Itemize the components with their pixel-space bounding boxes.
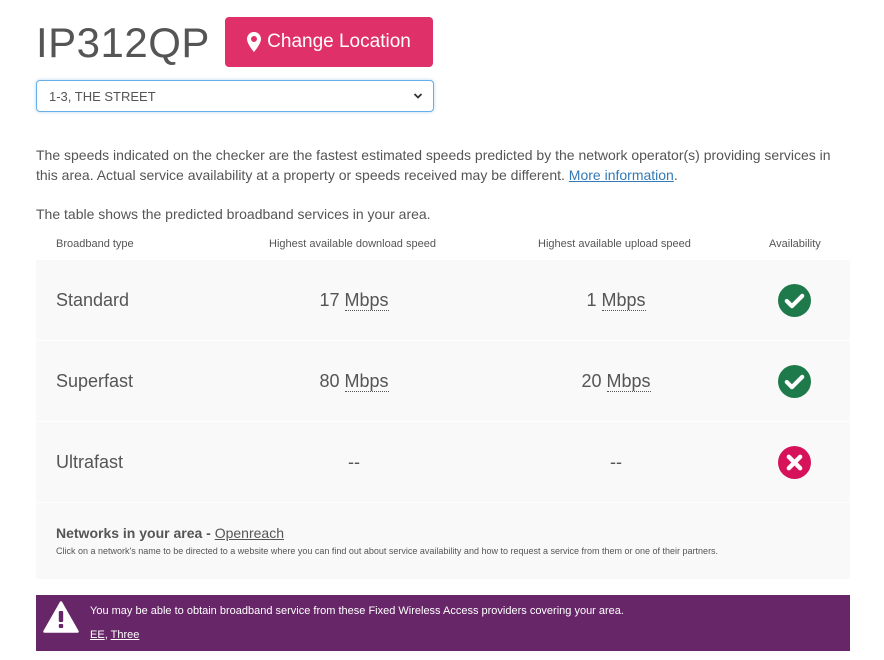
table-row-standard: Standard 17 Mbps 1 Mbps	[36, 260, 850, 341]
download-value: --	[348, 452, 360, 472]
upload-value: 1	[586, 290, 597, 310]
header-download-speed: Highest available download speed	[269, 238, 436, 250]
download-unit[interactable]: Mbps	[344, 290, 389, 311]
upload-value: 20	[581, 371, 602, 391]
intro-text: The speeds indicated on the checker are …	[36, 147, 831, 183]
banner-provider-links: EE, Three	[90, 629, 139, 641]
upload-speed: 1 Mbps	[516, 260, 716, 341]
upload-unit[interactable]: Mbps	[601, 290, 646, 311]
warning-icon	[43, 601, 79, 633]
intro-paragraph: The speeds indicated on the checker are …	[36, 145, 846, 185]
download-unit[interactable]: Mbps	[344, 371, 389, 392]
upload-speed: --	[516, 422, 716, 503]
download-speed: 80 Mbps	[254, 341, 454, 422]
check-circle-icon	[778, 284, 811, 317]
broadband-type: Superfast	[56, 371, 134, 391]
download-value: 17	[319, 290, 340, 310]
provider-link-ee[interactable]: EE	[90, 629, 105, 641]
table-row-superfast: Superfast 80 Mbps 20 Mbps	[36, 341, 850, 422]
networks-label: Networks in your area -	[56, 525, 215, 541]
postcode-title: IP312QP	[36, 19, 210, 66]
download-speed: --	[254, 422, 454, 503]
upload-unit[interactable]: Mbps	[606, 371, 651, 392]
change-location-button[interactable]: Change Location	[225, 17, 433, 67]
map-marker-icon	[247, 32, 262, 52]
table-row-ultrafast: Ultrafast -- --	[36, 422, 850, 503]
header-availability: Availability	[769, 238, 821, 250]
x-circle-icon	[778, 446, 811, 479]
download-value: 80	[319, 371, 340, 391]
upload-value: --	[610, 452, 622, 472]
more-information-link[interactable]: More information	[569, 167, 674, 183]
upload-speed: 20 Mbps	[516, 341, 716, 422]
networks-heading: Networks in your area - Openreach	[56, 525, 284, 541]
header-broadband-type: Broadband type	[56, 238, 134, 250]
check-circle-icon	[778, 365, 811, 398]
provider-link-three[interactable]: Three	[111, 629, 140, 641]
download-speed: 17 Mbps	[254, 260, 454, 341]
address-select[interactable]: 1-3, THE STREET	[36, 80, 434, 112]
openreach-link[interactable]: Openreach	[215, 525, 284, 541]
chevron-down-icon	[413, 93, 423, 99]
change-location-label: Change Location	[267, 31, 411, 52]
fixed-wireless-banner: You may be able to obtain broadband serv…	[36, 595, 850, 651]
networks-note: Click on a network's name to be directed…	[56, 546, 719, 556]
intro-period: .	[673, 167, 678, 183]
broadband-type: Standard	[56, 290, 130, 310]
banner-message: You may be able to obtain broadband serv…	[90, 605, 624, 617]
address-select-value: 1-3, THE STREET	[49, 88, 156, 104]
broadband-type: Ultrafast	[56, 452, 124, 472]
header-upload-speed: Highest available upload speed	[538, 238, 691, 250]
table-intro: The table shows the predicted broadband …	[36, 206, 431, 222]
